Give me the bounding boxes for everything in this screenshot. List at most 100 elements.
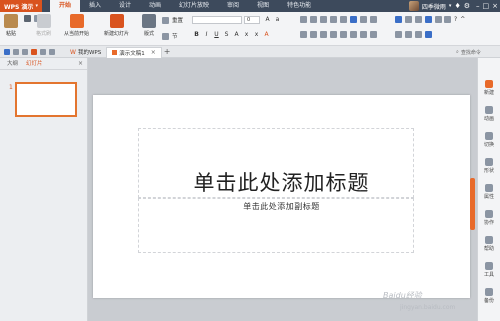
smartart-icon[interactable] xyxy=(370,16,377,23)
subscript-icon[interactable]: x xyxy=(253,31,260,38)
text-direction-icon[interactable] xyxy=(350,16,357,23)
shadow-icon[interactable]: S xyxy=(223,31,230,38)
app-name: WPS 演示 xyxy=(4,3,34,11)
tab-outline[interactable]: 大纲 xyxy=(3,58,22,70)
sidebar-item-shapes[interactable]: 形状 xyxy=(478,158,500,174)
layout-button[interactable]: 版式 xyxy=(142,14,156,37)
shrink-font-icon[interactable]: a xyxy=(274,16,281,23)
sidebar-item-animation[interactable]: 动画 xyxy=(478,106,500,122)
font-size-select[interactable]: 0 xyxy=(244,16,260,24)
justify-icon[interactable] xyxy=(330,31,337,38)
tools-icon xyxy=(485,262,493,270)
tab-presentation-1[interactable]: 演示文稿1 × xyxy=(106,46,162,58)
font-color-icon[interactable]: A xyxy=(263,31,270,38)
align-center-icon[interactable] xyxy=(310,31,317,38)
vertical-scrollbar[interactable] xyxy=(470,178,475,230)
sidebar-item-help[interactable]: 帮助 xyxy=(478,236,500,252)
redo-icon[interactable] xyxy=(49,48,55,55)
columns-icon[interactable] xyxy=(340,31,347,38)
minimize-icon[interactable]: – xyxy=(476,2,480,10)
transition-icon xyxy=(485,132,493,140)
reset-icon xyxy=(162,16,169,24)
tab-slideshow[interactable]: 幻灯片放映 xyxy=(170,0,218,12)
slide-canvas[interactable]: 单击此处添加标题 单击此处添加副标题 xyxy=(93,95,470,298)
tab-start[interactable]: 开始 xyxy=(49,0,80,12)
effects-icon[interactable] xyxy=(415,16,422,23)
strike-icon[interactable]: A xyxy=(233,31,240,38)
tab-my-wps[interactable]: W 我的WPS xyxy=(65,47,106,58)
avatar[interactable] xyxy=(408,1,419,11)
collapse-icon[interactable]: ^ xyxy=(460,16,465,23)
tab-view[interactable]: 视图 xyxy=(248,0,278,12)
tab-review[interactable]: 审阅 xyxy=(218,0,248,12)
shirt-icon[interactable]: ♦ xyxy=(454,2,460,10)
print-icon[interactable] xyxy=(13,48,19,55)
close-pane-icon[interactable]: × xyxy=(78,60,83,67)
font-name-select[interactable] xyxy=(192,16,242,24)
textbox-icon[interactable] xyxy=(350,31,357,38)
sidebar-item-new[interactable]: 新建 xyxy=(478,80,500,96)
help-icon[interactable]: ? xyxy=(454,16,457,23)
from-current-button[interactable]: 从当前开始 xyxy=(64,14,89,37)
paragraph-row-1 xyxy=(300,16,347,23)
more-icon[interactable] xyxy=(444,16,451,23)
cut-icon[interactable] xyxy=(24,15,31,22)
align-right-icon[interactable] xyxy=(320,31,327,38)
find-icon[interactable] xyxy=(425,16,432,23)
underline-icon[interactable]: U xyxy=(213,31,220,38)
tab-insert[interactable]: 插入 xyxy=(80,0,110,12)
paste-button[interactable]: 粘贴 xyxy=(4,14,18,37)
tab-design[interactable]: 设计 xyxy=(110,0,140,12)
superscript-icon[interactable]: x xyxy=(243,31,250,38)
section-button[interactable]: 节 xyxy=(162,32,178,40)
sidebar-item-backup[interactable]: 备份 xyxy=(478,288,500,304)
numbering-icon[interactable] xyxy=(310,16,317,23)
italic-icon[interactable]: I xyxy=(203,31,210,38)
sidebar-item-tools[interactable]: 工具 xyxy=(478,262,500,278)
line-spacing-icon[interactable] xyxy=(340,16,347,23)
shapes-icon[interactable] xyxy=(360,31,367,38)
bold-icon[interactable]: B xyxy=(193,31,200,38)
outline-icon[interactable] xyxy=(405,16,412,23)
indent-decrease-icon[interactable] xyxy=(320,16,327,23)
reset-button[interactable]: 重置 xyxy=(162,16,183,24)
replace-icon[interactable] xyxy=(435,16,442,23)
arrange-icon[interactable] xyxy=(370,31,377,38)
layout-icon xyxy=(142,14,156,28)
quick-style-icon[interactable] xyxy=(395,31,402,38)
select-pane-icon[interactable] xyxy=(425,31,432,38)
settings-icon[interactable]: ⚙ xyxy=(464,2,470,10)
subtitle-placeholder-text[interactable]: 单击此处添加副标题 xyxy=(93,201,470,212)
grow-font-icon[interactable]: A xyxy=(264,16,271,23)
bullets-icon[interactable] xyxy=(300,16,307,23)
maximize-icon[interactable]: □ xyxy=(483,2,490,10)
sidebar-item-transition[interactable]: 切换 xyxy=(478,132,500,148)
save-icon[interactable] xyxy=(4,48,10,55)
title-placeholder-text[interactable]: 单击此处添加标题 xyxy=(93,167,470,197)
align-left-icon[interactable] xyxy=(300,31,307,38)
export-pdf-icon[interactable] xyxy=(31,48,37,55)
indent-increase-icon[interactable] xyxy=(330,16,337,23)
sidebar-item-label: 属性 xyxy=(483,194,494,200)
align-text-icon[interactable] xyxy=(360,16,367,23)
close-icon[interactable]: × xyxy=(492,2,498,10)
sidebar-item-properties[interactable]: 属性 xyxy=(478,184,500,200)
chevron-down-icon: ▾ xyxy=(35,3,38,9)
user-area[interactable]: 四季微雨 ▾ ♦ ⚙ xyxy=(408,0,470,12)
close-tab-icon[interactable]: × xyxy=(151,49,156,56)
new-slide-button[interactable]: 新建幻灯片 xyxy=(104,14,129,37)
sidebar-item-collaborate[interactable]: 协作 xyxy=(478,210,500,226)
group-icon[interactable] xyxy=(415,31,422,38)
tab-features[interactable]: 特色功能 xyxy=(278,0,320,12)
app-menu-button[interactable]: WPS 演示 ▾ xyxy=(0,0,42,12)
tab-slides[interactable]: 幻灯片 xyxy=(22,58,47,70)
select-icon[interactable] xyxy=(405,31,412,38)
slide-thumbnail[interactable] xyxy=(15,82,77,117)
format-painter-button[interactable]: 格式刷 xyxy=(36,14,51,37)
command-search[interactable]: ⌕ 查找命令 xyxy=(456,48,496,56)
fill-icon[interactable] xyxy=(395,16,402,23)
print-preview-icon[interactable] xyxy=(22,48,28,55)
tab-animation[interactable]: 动画 xyxy=(140,0,170,12)
new-tab-button[interactable]: + xyxy=(164,47,171,56)
undo-icon[interactable] xyxy=(40,48,46,55)
